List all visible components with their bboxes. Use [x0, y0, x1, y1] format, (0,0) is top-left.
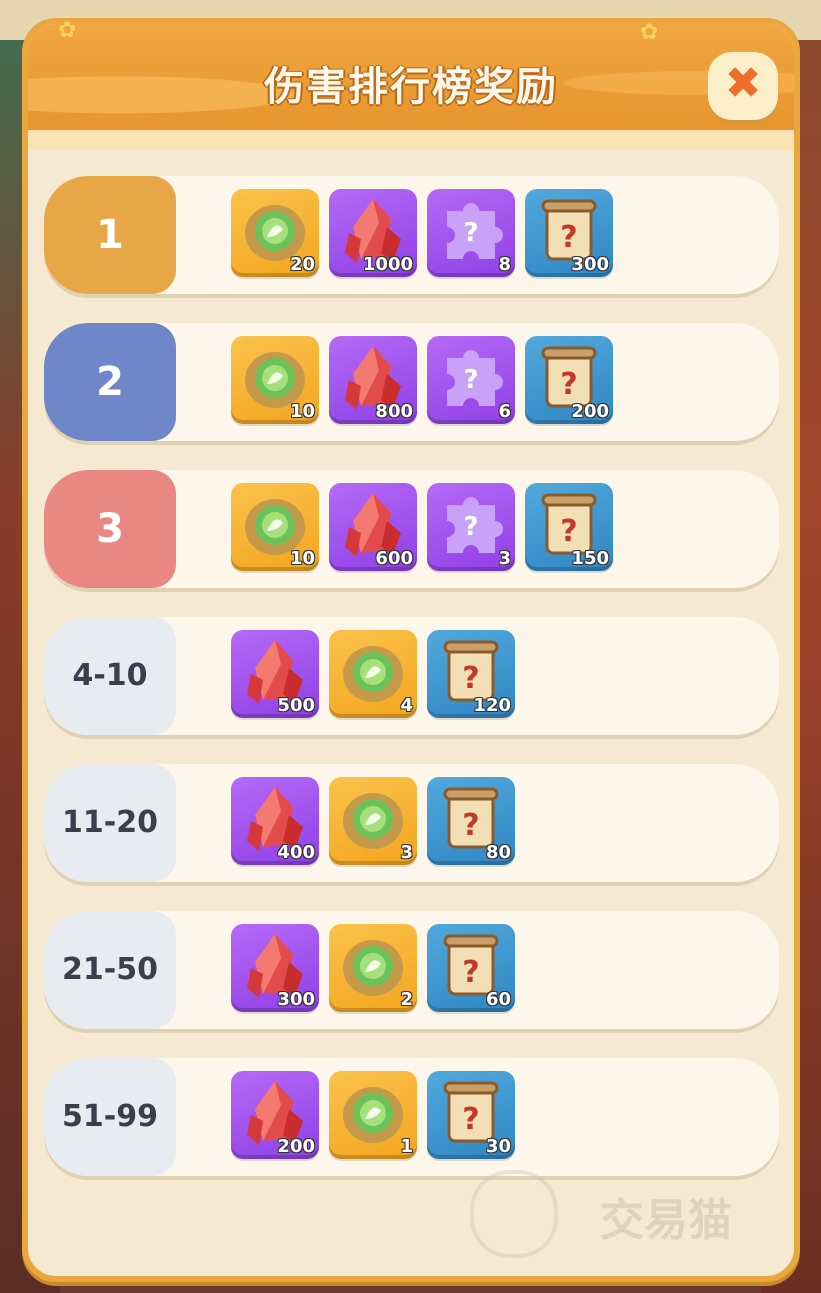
reward-quantity: 4 [400, 695, 413, 716]
reward-row: 11-20 400 3? 80 [44, 764, 779, 882]
reward-quantity: 200 [277, 1136, 315, 1157]
reward-item[interactable]: ? 60 [427, 924, 515, 1012]
reward-item[interactable]: 600 [329, 483, 417, 571]
rank-badge: 21-50 [44, 911, 176, 1029]
reward-quantity: 600 [375, 548, 413, 569]
reward-item[interactable]: ? 120 [427, 630, 515, 718]
reward-quantity: 200 [571, 401, 609, 422]
reward-item[interactable]: ? 30 [427, 1071, 515, 1159]
reward-row: 3 10 600? 3? 150 [44, 470, 779, 588]
reward-item[interactable]: 10 [231, 483, 319, 571]
rank-badge: 11-20 [44, 764, 176, 882]
reward-quantity: 6 [498, 401, 511, 422]
svg-text:?: ? [463, 218, 478, 248]
reward-item[interactable]: 20 [231, 189, 319, 277]
reward-item[interactable]: 300 [231, 924, 319, 1012]
reward-item[interactable]: 400 [231, 777, 319, 865]
svg-text:?: ? [462, 661, 479, 696]
rank-badge: 1 [44, 176, 176, 294]
reward-quantity: 3 [498, 548, 511, 569]
reward-quantity: 8 [498, 254, 511, 275]
reward-quantity: 120 [473, 695, 511, 716]
reward-quantity: 300 [277, 989, 315, 1010]
watermark-logo-icon [470, 1170, 558, 1258]
svg-text:?: ? [463, 512, 478, 542]
header-band [28, 130, 794, 150]
reward-item[interactable]: 200 [231, 1071, 319, 1159]
close-icon: ✖ [724, 58, 762, 109]
rank-badge: 3 [44, 470, 176, 588]
reward-quantity: 400 [277, 842, 315, 863]
svg-text:?: ? [560, 367, 577, 402]
reward-quantity: 30 [485, 1136, 511, 1157]
reward-row: 21-50 300 2? 60 [44, 911, 779, 1029]
reward-item[interactable]: ? 80 [427, 777, 515, 865]
dialog-title: 伤害排行榜奖励 [264, 64, 558, 110]
reward-item[interactable]: 1000 [329, 189, 417, 277]
reward-quantity: 1000 [362, 254, 413, 275]
reward-item[interactable]: 10 [231, 336, 319, 424]
reward-quantity: 20 [289, 254, 315, 275]
svg-text:?: ? [560, 220, 577, 255]
reward-item[interactable]: 4 [329, 630, 417, 718]
reward-item[interactable]: ? 3 [427, 483, 515, 571]
close-button[interactable]: ✖ [708, 52, 778, 120]
reward-item[interactable]: ? 200 [525, 336, 613, 424]
svg-text:?: ? [463, 365, 478, 395]
reward-quantity: 10 [289, 401, 315, 422]
reward-quantity: 150 [571, 548, 609, 569]
reward-item[interactable]: ? 8 [427, 189, 515, 277]
reward-quantity: 800 [375, 401, 413, 422]
reward-row: 4-10 500 4? 120 [44, 617, 779, 735]
reward-item[interactable]: ? 300 [525, 189, 613, 277]
flower-icon: ✿ [58, 18, 77, 43]
reward-quantity: 3 [400, 842, 413, 863]
reward-item[interactable]: 3 [329, 777, 417, 865]
reward-item[interactable]: 800 [329, 336, 417, 424]
svg-text:?: ? [462, 955, 479, 990]
reward-item[interactable]: ? 150 [525, 483, 613, 571]
svg-text:?: ? [560, 514, 577, 549]
reward-quantity: 80 [485, 842, 511, 863]
reward-item[interactable]: 500 [231, 630, 319, 718]
reward-row: 2 10 800? 6? 200 [44, 323, 779, 441]
reward-quantity: 60 [485, 989, 511, 1010]
rank-badge: 4-10 [44, 617, 176, 735]
reward-quantity: 10 [289, 548, 315, 569]
reward-row: 51-99 200 1? 30 [44, 1058, 779, 1176]
reward-item[interactable]: 2 [329, 924, 417, 1012]
reward-item[interactable]: ? 6 [427, 336, 515, 424]
reward-quantity: 2 [400, 989, 413, 1010]
reward-quantity: 500 [277, 695, 315, 716]
svg-text:?: ? [462, 808, 479, 843]
watermark: 交易猫 [470, 1170, 790, 1260]
reward-quantity: 300 [571, 254, 609, 275]
reward-row: 1 20 1000? 8? 300 [44, 176, 779, 294]
reward-item[interactable]: 1 [329, 1071, 417, 1159]
rewards-dialog: ✿ ✿ 伤害排行榜奖励 ✖ 1 20 1000? 8? 300 2 10 800? 6? 200 3… [22, 18, 800, 1282]
rank-badge: 2 [44, 323, 176, 441]
flower-icon: ✿ [640, 20, 659, 45]
watermark-text: 交易猫 [600, 1195, 732, 1246]
reward-quantity: 1 [400, 1136, 413, 1157]
rank-badge: 51-99 [44, 1058, 176, 1176]
svg-text:?: ? [462, 1102, 479, 1137]
